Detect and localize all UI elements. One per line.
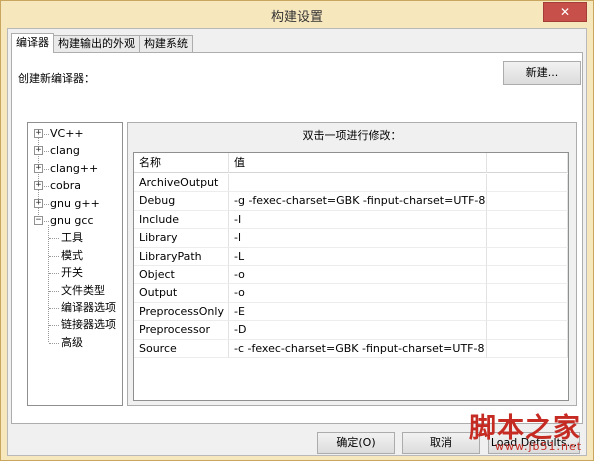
tree-connector <box>49 308 59 309</box>
tree-item-setting[interactable]: 工具 <box>61 229 83 246</box>
setting-value-cell[interactable]: -E <box>229 302 487 322</box>
empty-cell <box>487 174 568 193</box>
setting-name-cell: Include <box>134 210 229 230</box>
settings-grid[interactable]: 名称 值 ArchiveOutput Debug -g -fexec-charset… <box>133 152 569 401</box>
table-row[interactable]: Preprocessor -D <box>134 321 568 340</box>
table-row[interactable]: Include -I <box>134 210 568 230</box>
empty-cell <box>487 229 568 248</box>
setting-value-cell[interactable]: -I <box>229 210 487 230</box>
compiler-settings-panel: 双击一项进行修改： 名称 值 ArchiveOutput Debug -g -fex… <box>127 122 577 406</box>
tree-connector <box>44 203 49 205</box>
setting-value-cell[interactable]: -D <box>229 321 487 340</box>
setting-name-cell: Output <box>134 284 229 303</box>
tab-bar: 编译器 构建输出的外观 构建系统 <box>11 33 193 53</box>
tree-item-compiler[interactable]: cobra <box>50 177 81 194</box>
grid-header: 名称 值 <box>134 153 568 173</box>
empty-cell <box>487 284 568 303</box>
empty-cell <box>487 321 568 340</box>
column-header-extra <box>487 153 568 173</box>
title-bar[interactable]: 构建设置 ✕ <box>1 1 593 27</box>
compiler-tab-panel: 创建新编译器： 新建... + VC++ + clang + clang++ + cobra +… <box>11 52 583 424</box>
empty-cell <box>487 247 568 266</box>
tree-expander-icon[interactable]: + <box>34 198 43 208</box>
tree-connector <box>49 342 59 344</box>
setting-name-cell: Preprocessor <box>134 321 229 340</box>
table-row[interactable]: Source -c -fexec-charset=GBK -finput-char… <box>134 339 568 358</box>
tree-item-compiler[interactable]: clang++ <box>50 160 98 177</box>
create-compiler-label: 创建新编译器： <box>18 72 95 85</box>
tree-item-setting[interactable]: 高级 <box>61 334 83 351</box>
setting-value-cell[interactable]: -l <box>229 229 487 248</box>
tree-item-setting[interactable]: 编译器选项 <box>61 299 116 316</box>
tree-connector <box>48 225 49 342</box>
tree-item-compiler[interactable]: gnu g++ <box>50 195 100 212</box>
edit-hint: 双击一项进行修改： <box>302 129 402 142</box>
ok-button[interactable]: 确定(O) <box>317 432 395 454</box>
tree-connector <box>49 273 59 275</box>
tree-expander-icon[interactable]: − <box>34 216 43 225</box>
tab-build-system[interactable]: 构建系统 <box>139 35 193 53</box>
tree-expander-icon[interactable]: + <box>34 146 43 156</box>
window-title: 构建设置 <box>270 10 323 25</box>
column-header-name[interactable]: 名称 <box>134 153 229 173</box>
tree-connector <box>44 221 49 222</box>
tree-expander-icon[interactable]: + <box>34 181 43 191</box>
empty-cell <box>487 302 568 322</box>
empty-cell <box>487 210 568 230</box>
new-compiler-button[interactable]: 新建... <box>503 61 581 85</box>
setting-name-cell: Library <box>134 229 229 248</box>
tree-item-setting[interactable]: 开关 <box>61 264 83 281</box>
empty-cell <box>487 266 568 285</box>
tree-connector <box>44 134 49 135</box>
setting-value-cell[interactable]: -c -fexec-charset=GBK -finput-charset=UT… <box>229 339 487 358</box>
table-row[interactable]: Object -o <box>134 266 568 285</box>
build-settings-window: 构建设置 ✕ 编译器 构建输出的外观 构建系统 创建新编译器： 新建... + V… <box>0 0 594 461</box>
table-row[interactable]: ArchiveOutput <box>134 174 568 193</box>
table-row[interactable]: LibraryPath -L <box>134 247 568 266</box>
watermark-url: www.jb51.net <box>495 440 583 453</box>
table-row[interactable]: Debug -g -fexec-charset=GBK -finput-chars… <box>134 192 568 211</box>
setting-value-cell[interactable] <box>229 174 487 193</box>
tree-connector <box>44 151 49 153</box>
setting-value-cell[interactable]: -L <box>229 247 487 266</box>
setting-name-cell: Source <box>134 339 229 358</box>
tree-item-compiler[interactable]: gnu gcc <box>50 212 94 229</box>
dialog-client: 编译器 构建输出的外观 构建系统 创建新编译器： 新建... + VC++ + cla… <box>7 28 587 456</box>
tree-item-compiler[interactable]: VC++ <box>50 125 84 142</box>
tree-connector <box>49 255 59 257</box>
tree-item-setting[interactable]: 文件类型 <box>61 282 105 299</box>
tree-connector <box>44 168 49 170</box>
tree-item-setting[interactable]: 模式 <box>61 247 83 264</box>
tree-connector <box>49 290 59 292</box>
setting-name-cell: Debug <box>134 192 229 211</box>
setting-name-cell: Object <box>134 266 229 285</box>
tree-connector <box>44 186 49 188</box>
setting-value-cell[interactable]: -o <box>229 266 487 285</box>
setting-value-cell[interactable]: -o <box>229 284 487 303</box>
setting-name-cell: LibraryPath <box>134 247 229 266</box>
table-row[interactable]: Output -o <box>134 284 568 303</box>
tab-build-output-appearance[interactable]: 构建输出的外观 <box>53 35 140 53</box>
table-row[interactable]: PreprocessOnly -E <box>134 302 568 322</box>
table-row[interactable]: Library -l <box>134 229 568 248</box>
empty-cell <box>487 339 568 358</box>
tree-expander-icon[interactable]: + <box>34 163 43 173</box>
compiler-tree[interactable]: + VC++ + clang + clang++ + cobra + gnu g++ − gnu gc… <box>27 122 123 406</box>
setting-name-cell: ArchiveOutput <box>134 174 229 193</box>
empty-cell <box>487 192 568 211</box>
watermark-logo: 脚本之家 www.jb51.net <box>469 406 581 453</box>
close-button[interactable]: ✕ <box>543 2 587 22</box>
setting-name-cell: PreprocessOnly <box>134 302 229 322</box>
column-header-value[interactable]: 值 <box>229 153 487 173</box>
tree-expander-icon[interactable]: + <box>34 129 43 138</box>
tree-item-setting[interactable]: 链接器选项 <box>61 316 116 333</box>
setting-value-cell[interactable]: -g -fexec-charset=GBK -finput-charset=UT… <box>229 192 487 211</box>
tree-item-compiler[interactable]: clang <box>50 142 80 159</box>
tree-connector <box>49 238 59 240</box>
tab-compiler[interactable]: 编译器 <box>11 33 54 53</box>
tree-connector <box>49 325 59 327</box>
